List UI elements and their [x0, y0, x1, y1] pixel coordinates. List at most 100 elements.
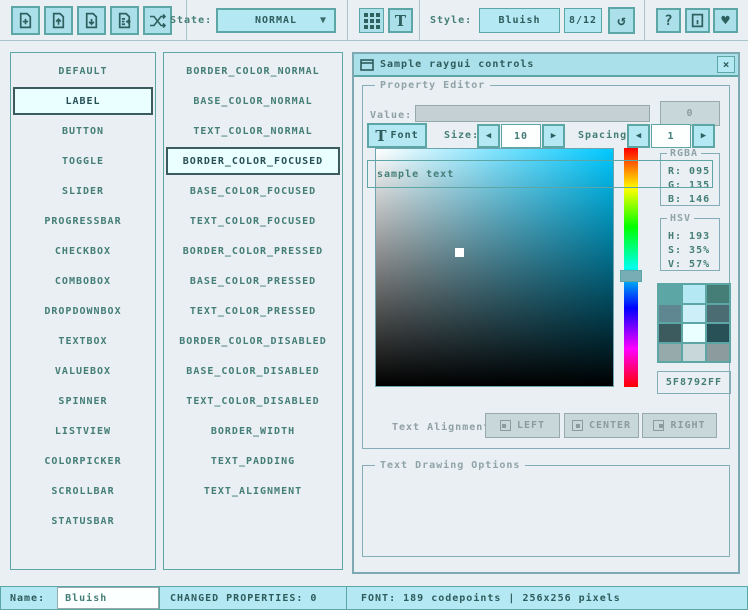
- list-item[interactable]: STATUSBAR: [13, 507, 153, 535]
- align-center-button[interactable]: CENTER: [564, 413, 639, 438]
- spacing-value-box[interactable]: 1: [651, 124, 691, 148]
- list-item[interactable]: TEXT_PADDING: [166, 447, 340, 475]
- palette-swatch[interactable]: [659, 285, 681, 303]
- palette-swatch[interactable]: [659, 324, 681, 342]
- close-button[interactable]: ×: [717, 56, 735, 73]
- palette-swatch[interactable]: [683, 305, 705, 323]
- size-increase-button[interactable]: ▶: [542, 124, 565, 148]
- color-picker-cursor[interactable]: [455, 248, 464, 257]
- palette-swatch[interactable]: [707, 344, 729, 362]
- list-item[interactable]: CHECKBOX: [13, 237, 153, 265]
- list-item[interactable]: TEXT_COLOR_FOCUSED: [166, 207, 340, 235]
- align-left-button[interactable]: LEFT: [485, 413, 560, 438]
- list-item[interactable]: BASE_COLOR_NORMAL: [166, 87, 340, 115]
- list-item[interactable]: DEFAULT: [13, 57, 153, 85]
- align-right-button[interactable]: RIGHT: [642, 413, 717, 438]
- value-slider[interactable]: [415, 105, 650, 122]
- list-item[interactable]: TEXT_ALIGNMENT: [166, 477, 340, 505]
- list-item[interactable]: BASE_COLOR_FOCUSED: [166, 177, 340, 205]
- list-item[interactable]: PROGRESSBAR: [13, 207, 153, 235]
- list-item[interactable]: BORDER_COLOR_DISABLED: [166, 327, 340, 355]
- hsv-s-value: S: 35%: [668, 245, 710, 256]
- spacing-decrease-button[interactable]: ◀: [627, 124, 650, 148]
- hex-value-box[interactable]: 5F8792FF: [657, 371, 731, 394]
- state-label: State:: [170, 15, 212, 26]
- rgba-b-value: B: 146: [668, 194, 710, 205]
- list-item[interactable]: BORDER_WIDTH: [166, 417, 340, 445]
- list-item[interactable]: BASE_COLOR_DISABLED: [166, 357, 340, 385]
- style-name-input-value: Bluish: [65, 593, 107, 604]
- spacing-increase-button[interactable]: ▶: [692, 124, 715, 148]
- file-export-icon: [116, 12, 133, 29]
- hue-bar-handle[interactable]: [620, 270, 642, 282]
- grid-icon: [364, 13, 380, 29]
- rgba-title: RGBA: [667, 148, 701, 159]
- list-item[interactable]: TEXT_COLOR_PRESSED: [166, 297, 340, 325]
- font-button-label: Font: [391, 130, 419, 141]
- list-item[interactable]: BORDER_COLOR_NORMAL: [166, 57, 340, 85]
- palette-swatch[interactable]: [707, 285, 729, 303]
- list-item[interactable]: LISTVIEW: [13, 417, 153, 445]
- palette-swatch[interactable]: [683, 285, 705, 303]
- list-item[interactable]: TOGGLE: [13, 147, 153, 175]
- sample-text-value: sample text: [377, 169, 454, 180]
- list-item[interactable]: LABEL: [13, 87, 153, 115]
- list-item[interactable]: DROPDOWNBOX: [13, 297, 153, 325]
- about-button[interactable]: [685, 8, 710, 33]
- list-item[interactable]: SCROLLBAR: [13, 477, 153, 505]
- sample-text-box[interactable]: sample text: [367, 160, 713, 188]
- toolbar-separator: [347, 0, 348, 40]
- text-drawing-options-title: Text Drawing Options: [375, 460, 525, 471]
- open-file-button[interactable]: [44, 6, 73, 35]
- font-info-text: FONT: 189 codepoints | 256x256 pixels: [361, 593, 621, 604]
- list-item[interactable]: TEXT_COLOR_NORMAL: [166, 117, 340, 145]
- style-name-input[interactable]: Bluish: [57, 587, 159, 609]
- size-decrease-button[interactable]: ◀: [477, 124, 500, 148]
- window-icon: [354, 59, 380, 71]
- status-bar: Name: Bluish CHANGED PROPERTIES: 0 FONT:…: [0, 586, 748, 610]
- list-item[interactable]: SLIDER: [13, 177, 153, 205]
- new-file-button[interactable]: [11, 6, 40, 35]
- arrow-left-icon: ◀: [636, 131, 641, 141]
- list-item[interactable]: BORDER_COLOR_FOCUSED: [166, 147, 340, 175]
- list-item[interactable]: COLORPICKER: [13, 447, 153, 475]
- font-panel-button[interactable]: T: [388, 8, 413, 33]
- text-icon: T: [395, 12, 406, 30]
- list-item[interactable]: BUTTON: [13, 117, 153, 145]
- name-label: Name:: [1, 593, 45, 604]
- properties-listview: BORDER_COLOR_NORMALBASE_COLOR_NORMALTEXT…: [163, 52, 343, 570]
- sponsor-button[interactable]: ♥: [713, 8, 738, 33]
- info-icon: [690, 13, 705, 28]
- arrow-left-icon: ◀: [486, 131, 491, 141]
- reload-style-button[interactable]: ↺: [608, 7, 635, 34]
- palette-swatch[interactable]: [707, 305, 729, 323]
- help-button[interactable]: ?: [656, 8, 681, 33]
- palette-swatch[interactable]: [683, 344, 705, 362]
- value-box[interactable]: 0: [660, 101, 720, 126]
- list-item[interactable]: BORDER_COLOR_PRESSED: [166, 237, 340, 265]
- list-item[interactable]: COMBOBOX: [13, 267, 153, 295]
- list-item[interactable]: TEXT_COLOR_DISABLED: [166, 387, 340, 415]
- state-dropdown[interactable]: NORMAL ▼: [216, 8, 336, 33]
- palette-swatch[interactable]: [659, 344, 681, 362]
- list-item[interactable]: TEXTBOX: [13, 327, 153, 355]
- font-button[interactable]: T Font: [367, 123, 427, 148]
- palette-swatch[interactable]: [659, 305, 681, 323]
- random-style-button[interactable]: [143, 6, 172, 35]
- list-item[interactable]: SPINNER: [13, 387, 153, 415]
- palette-swatch[interactable]: [707, 324, 729, 342]
- toolbar-separator: [419, 0, 420, 40]
- size-label: Size:: [444, 130, 479, 141]
- save-file-button[interactable]: [77, 6, 106, 35]
- icons-panel-button[interactable]: [359, 8, 384, 33]
- window-title: Sample raygui controls: [380, 59, 534, 70]
- export-file-button[interactable]: [110, 6, 139, 35]
- palette-swatch[interactable]: [683, 324, 705, 342]
- style-counter-value: 8/12: [569, 15, 597, 26]
- list-item[interactable]: BASE_COLOR_PRESSED: [166, 267, 340, 295]
- style-counter-button[interactable]: 8/12: [564, 8, 602, 33]
- size-value-box[interactable]: 10: [501, 124, 541, 148]
- window-titlebar[interactable]: Sample raygui controls ×: [354, 54, 738, 77]
- list-item[interactable]: VALUEBOX: [13, 357, 153, 385]
- style-name-button[interactable]: Bluish: [479, 8, 560, 33]
